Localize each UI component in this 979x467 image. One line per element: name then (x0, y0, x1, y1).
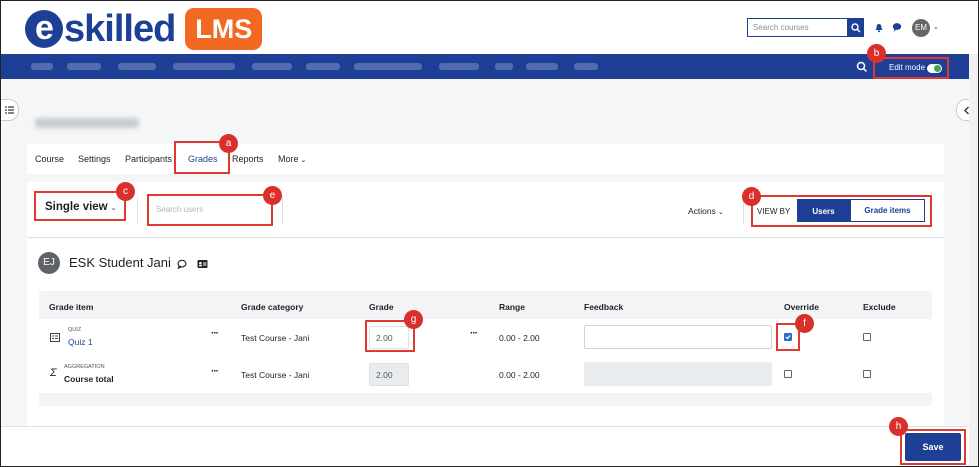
divider (137, 196, 138, 224)
nav-item[interactable] (495, 63, 513, 70)
sigma-icon: Σ (50, 367, 57, 379)
secondary-navigation: Course Settings Participants Grades Repo… (27, 144, 944, 174)
search-users-input[interactable]: Search users (153, 201, 265, 220)
tab-more-label: More (278, 154, 299, 164)
sticky-footer (1, 426, 978, 466)
messages-icon[interactable] (892, 22, 902, 32)
student-avatar[interactable]: EJ (38, 252, 60, 274)
divider (27, 237, 944, 238)
toggle-switch[interactable] (927, 64, 942, 73)
logo-wordmark: e skilled (25, 7, 176, 51)
exclude-checkbox[interactable] (863, 370, 871, 378)
view-selector-label: Single view (45, 201, 108, 213)
feedback-input-disabled (584, 362, 772, 386)
view-by-label: VIEW BY (757, 207, 791, 216)
chevron-down-icon: ⌄ (110, 205, 117, 212)
message-icon[interactable] (177, 259, 187, 269)
view-by-grade-items-button[interactable]: Grade items (850, 199, 925, 222)
grade-input-disabled: 2.00 (369, 363, 409, 386)
callout-badge-b: b (867, 44, 886, 63)
nav-item[interactable] (574, 63, 598, 70)
item-actions-menu[interactable]: ··· (211, 328, 219, 339)
grade-range: 0.00 - 2.00 (499, 333, 540, 343)
table-row: Σ AGGREGATION Course total ··· Test Cour… (39, 356, 932, 393)
nav-item[interactable] (306, 63, 340, 70)
edit-mode-label: Edit mode (889, 63, 926, 72)
column-header-grade: Grade (369, 302, 394, 312)
grade-item-link[interactable]: Quiz 1 (68, 337, 93, 347)
actions-menu[interactable]: Actions ⌄ (688, 206, 724, 216)
grade-actions-menu[interactable]: ··· (470, 328, 478, 339)
logo[interactable]: e skilled LMS (25, 7, 263, 51)
tab-reports[interactable]: Reports (232, 154, 264, 164)
app-window: e skilled LMS Search courses EM ⌄ Edit mo… (0, 0, 979, 467)
callout-badge-e: e (263, 186, 282, 205)
nav-item[interactable] (526, 63, 558, 70)
chevron-down-icon: ⌄ (298, 157, 307, 164)
list-icon (5, 106, 14, 114)
column-header-grade-item: Grade item (49, 302, 94, 312)
actions-label: Actions (688, 206, 716, 216)
nav-item[interactable] (354, 63, 422, 70)
nav-item[interactable] (252, 63, 292, 70)
feedback-input[interactable] (584, 325, 772, 349)
chevron-down-icon[interactable]: ⌄ (933, 23, 939, 31)
quiz-icon (50, 333, 60, 342)
column-header-grade-category: Grade category (241, 302, 304, 312)
view-selector-dropdown[interactable]: Single view ⌄ (34, 191, 126, 221)
nav-item[interactable] (67, 63, 101, 70)
logo-lms-badge: LMS (185, 8, 263, 50)
course-title-blurred (35, 118, 139, 128)
nav-item[interactable] (118, 63, 156, 70)
divider (282, 196, 283, 224)
tab-settings[interactable]: Settings (78, 154, 111, 164)
chevron-down-icon: ⌄ (715, 209, 724, 216)
callout-badge-h: h (889, 417, 908, 436)
item-type-label: AGGREGATION (64, 364, 105, 370)
override-checkbox[interactable] (784, 370, 792, 378)
callout-badge-c: c (116, 182, 135, 201)
scrollbar[interactable] (969, 54, 978, 466)
tab-participants[interactable]: Participants (125, 154, 172, 164)
column-header-override: Override (784, 302, 819, 312)
callout-badge-g: g (404, 310, 423, 329)
course-index-toggle[interactable] (1, 99, 19, 121)
callout-badge-d: d (742, 187, 761, 206)
nav-item[interactable] (173, 63, 235, 70)
profile-card-icon[interactable] (197, 259, 208, 269)
nav-item[interactable] (31, 63, 53, 70)
nav-item[interactable] (439, 63, 479, 70)
search-button[interactable] (847, 18, 864, 37)
exclude-checkbox[interactable] (863, 333, 871, 341)
primary-navigation (1, 54, 978, 79)
grade-item-name: Course total (64, 374, 114, 384)
column-header-exclude: Exclude (863, 302, 896, 312)
save-button[interactable]: Save (905, 433, 961, 461)
item-actions-menu[interactable]: ··· (211, 366, 219, 377)
search-icon (850, 22, 860, 32)
tab-course[interactable]: Course (35, 154, 64, 164)
search-icon[interactable] (856, 61, 868, 73)
callout-badge-a: a (219, 134, 238, 153)
grade-category: Test Course - Jani (241, 333, 310, 343)
callout-badge-f: f (795, 314, 814, 333)
grade-category: Test Course - Jani (241, 370, 310, 380)
notification-bell-icon[interactable] (874, 23, 884, 33)
column-header-range: Range (499, 302, 525, 312)
tab-more[interactable]: More ⌄ (278, 154, 306, 164)
column-header-feedback: Feedback (584, 302, 624, 312)
course-search-input[interactable]: Search courses (747, 18, 847, 37)
edit-mode-toggle[interactable]: Edit mode (873, 57, 949, 79)
view-by-users-button[interactable]: Users (797, 199, 850, 222)
user-avatar[interactable]: EM (912, 19, 930, 37)
site-header: e skilled LMS Search courses EM ⌄ (1, 1, 978, 54)
item-type-label: QUIZ (68, 327, 82, 333)
student-name[interactable]: ESK Student Jani (69, 255, 171, 270)
grade-range: 0.00 - 2.00 (499, 370, 540, 380)
